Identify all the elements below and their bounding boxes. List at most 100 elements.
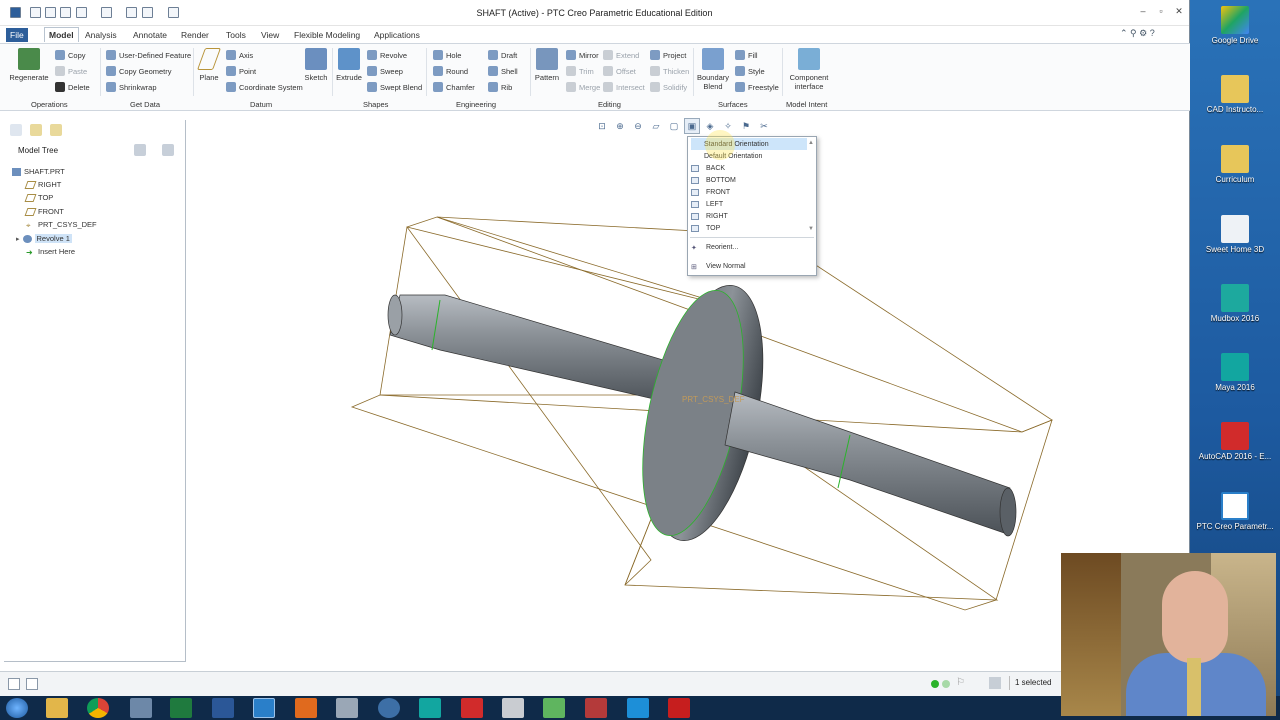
zoom-out-icon[interactable]: ⊖ — [630, 118, 646, 134]
menu-item-front[interactable]: FRONT — [691, 186, 807, 198]
model-tree-icon[interactable] — [10, 124, 22, 136]
tree-item-csys[interactable]: ⌖ PRT_CSYS_DEF — [26, 220, 97, 230]
desktop-icon-maya[interactable]: Maya 2016 — [1190, 353, 1280, 392]
desktop-icon-google-drive[interactable]: Google Drive — [1190, 6, 1280, 45]
menu-item-reorient[interactable]: ✦ Reorient... — [691, 241, 807, 253]
flag-icon[interactable]: ⚐ — [956, 677, 965, 688]
chrome-icon[interactable] — [87, 698, 109, 718]
expand-icon[interactable]: ▸ — [16, 235, 20, 243]
tree-item-right[interactable]: RIGHT — [24, 180, 61, 189]
settings-icon[interactable] — [134, 144, 146, 156]
desktop-icon-autocad[interactable]: AutoCAD 2016 - E... — [1190, 422, 1280, 461]
style-button[interactable]: Style — [735, 66, 765, 76]
regenerate-button[interactable]: Regenerate — [8, 48, 50, 82]
app-icon[interactable] — [585, 698, 607, 718]
filter-icon[interactable] — [989, 677, 1001, 689]
show-icon[interactable] — [162, 144, 174, 156]
extend-button[interactable]: Extend — [603, 50, 639, 60]
menu-scrollbar[interactable]: ▲ ▼ — [808, 140, 814, 232]
tab-view[interactable]: View — [257, 28, 283, 42]
skype-icon[interactable] — [627, 698, 649, 718]
creo-taskbar-icon[interactable] — [253, 698, 275, 718]
mirror-button[interactable]: Mirror — [566, 50, 599, 60]
app-icon[interactable] — [502, 698, 524, 718]
swept-blend-button[interactable]: Swept Blend — [367, 82, 422, 92]
help-icons[interactable]: ⌃ ⚲ ⚙ ? — [1120, 28, 1155, 39]
refit-icon[interactable]: ⊡ — [594, 118, 610, 134]
desktop-icon-mudbox[interactable]: Mudbox 2016 — [1190, 284, 1280, 323]
saved-orientations-icon[interactable]: ▣ — [684, 118, 700, 134]
chamfer-button[interactable]: Chamfer — [433, 82, 475, 92]
folder-icon[interactable] — [30, 124, 42, 136]
pattern-button[interactable]: Pattern — [533, 48, 561, 82]
tab-render[interactable]: Render — [177, 28, 213, 42]
scroll-down-icon[interactable]: ▼ — [808, 226, 814, 232]
group-surfaces[interactable]: Surfaces — [718, 100, 748, 109]
udf-button[interactable]: User-Defined Feature — [106, 50, 191, 60]
delete-button[interactable]: Delete — [55, 82, 90, 92]
tab-analysis[interactable]: Analysis — [81, 28, 121, 42]
extrude-button[interactable]: Extrude — [334, 48, 364, 82]
calculator-icon[interactable] — [130, 698, 152, 718]
rib-button[interactable]: Rib — [488, 82, 512, 92]
desktop-icon-cad[interactable]: CAD Instructo... — [1190, 75, 1280, 114]
tab-tools[interactable]: Tools — [222, 28, 250, 42]
copy-geometry-button[interactable]: Copy Geometry — [106, 66, 172, 76]
tree-item-front[interactable]: FRONT — [24, 207, 64, 216]
browser-icon[interactable] — [378, 698, 400, 718]
group-editing[interactable]: Editing — [598, 100, 621, 109]
desktop-icon-sweet-home[interactable]: Sweet Home 3D — [1190, 215, 1280, 254]
draft-button[interactable]: Draft — [488, 50, 517, 60]
group-get-data[interactable]: Get Data — [130, 100, 160, 109]
project-button[interactable]: Project — [650, 50, 686, 60]
tab-model[interactable]: Model — [44, 27, 79, 42]
csys-button[interactable]: Coordinate System — [226, 82, 303, 92]
display-style-icon[interactable]: ▢ — [666, 118, 682, 134]
maximize-button[interactable]: ▫ — [1154, 6, 1168, 18]
copy-button[interactable]: Copy — [55, 50, 86, 60]
start-button-icon[interactable] — [6, 698, 28, 718]
group-shapes[interactable]: Shapes — [363, 100, 388, 109]
fill-button[interactable]: Fill — [735, 50, 758, 60]
group-engineering[interactable]: Engineering — [456, 100, 496, 109]
favorites-icon[interactable] — [50, 124, 62, 136]
word-icon[interactable] — [212, 698, 234, 718]
tab-file[interactable]: File — [6, 28, 28, 42]
datum-display-icon[interactable]: ⚑ — [738, 118, 754, 134]
axis-button[interactable]: Axis — [226, 50, 253, 60]
group-operations[interactable]: Operations — [31, 100, 68, 109]
menu-item-right[interactable]: RIGHT — [691, 210, 807, 222]
offset-button[interactable]: Offset — [603, 66, 636, 76]
sweep-button[interactable]: Sweep — [367, 66, 403, 76]
plane-button[interactable]: Plane — [196, 48, 222, 82]
close-button[interactable]: ✕ — [1172, 6, 1186, 18]
tab-annotate[interactable]: Annotate — [129, 28, 171, 42]
tree-item-part[interactable]: SHAFT.PRT — [12, 167, 65, 176]
paste-button[interactable]: Paste — [55, 66, 87, 76]
menu-item-top[interactable]: TOP — [691, 222, 807, 234]
desktop-icon-curriculum[interactable]: Curriculum — [1190, 145, 1280, 184]
tree-item-insert-here[interactable]: ➜ Insert Here — [26, 247, 75, 257]
menu-item-view-normal[interactable]: ⊞ View Normal — [691, 260, 807, 272]
desktop-icon-creo[interactable]: PTC Creo Parametr... — [1190, 492, 1280, 531]
acrobat-icon[interactable] — [668, 698, 690, 718]
hole-button[interactable]: Hole — [433, 50, 461, 60]
shell-button[interactable]: Shell — [488, 66, 518, 76]
tab-applications[interactable]: Applications — [370, 28, 424, 42]
menu-item-bottom[interactable]: BOTTOM — [691, 174, 807, 186]
app-icon[interactable] — [543, 698, 565, 718]
minimize-button[interactable]: – — [1136, 6, 1150, 18]
component-interface-button[interactable]: Component interface — [788, 48, 830, 91]
repaint-icon[interactable]: ▱ — [648, 118, 664, 134]
round-button[interactable]: Round — [433, 66, 468, 76]
solidify-button[interactable]: Solidify — [650, 82, 687, 92]
tree-item-revolve[interactable]: ▸ Revolve 1 — [16, 234, 72, 243]
intersect-button[interactable]: Intersect — [603, 82, 645, 92]
sketch-button[interactable]: Sketch — [302, 48, 330, 82]
merge-button[interactable]: Merge — [566, 82, 600, 92]
freestyle-button[interactable]: Freestyle — [735, 82, 779, 92]
autocad-taskbar-icon[interactable] — [461, 698, 483, 718]
media-icon[interactable] — [295, 698, 317, 718]
menu-item-left[interactable]: LEFT — [691, 198, 807, 210]
tree-item-top[interactable]: TOP — [24, 193, 53, 202]
